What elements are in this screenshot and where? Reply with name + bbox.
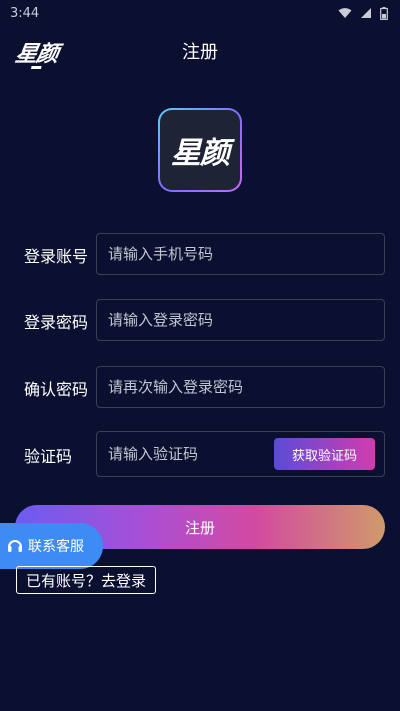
headset-icon [6,537,24,555]
app-icon-text: 星颜 [160,110,240,190]
logo-underline [31,66,42,69]
password-input[interactable] [96,299,385,341]
go-to-login-link[interactable]: 已有账号？去登录 [16,566,157,594]
contact-support-label: 联系客服 [28,539,84,555]
verification-code-row: 验证码 获取验证码 [0,431,400,477]
signal-icon [360,7,372,19]
app-icon: 星颜 [158,108,242,192]
password-row: 登录密码 [0,299,400,341]
get-code-button[interactable]: 获取验证码 [274,438,375,470]
wifi-icon [338,7,352,19]
status-bar: 3:44 [0,0,400,26]
battery-icon [380,6,388,20]
account-label: 登录账号 [24,247,89,266]
header: 星颜 注册 [0,30,400,70]
page-title: 注册 [182,42,218,63]
verification-code-label: 验证码 [24,447,73,466]
confirm-password-label: 确认密码 [24,380,89,399]
password-label: 登录密码 [24,313,89,332]
contact-support-button[interactable]: 联系客服 [0,523,103,569]
account-input[interactable] [96,233,385,275]
confirm-password-input[interactable] [96,366,385,408]
status-icons [338,6,388,20]
confirm-password-row: 确认密码 [0,366,400,408]
account-row: 登录账号 [0,233,400,275]
status-time: 3:44 [10,5,40,21]
